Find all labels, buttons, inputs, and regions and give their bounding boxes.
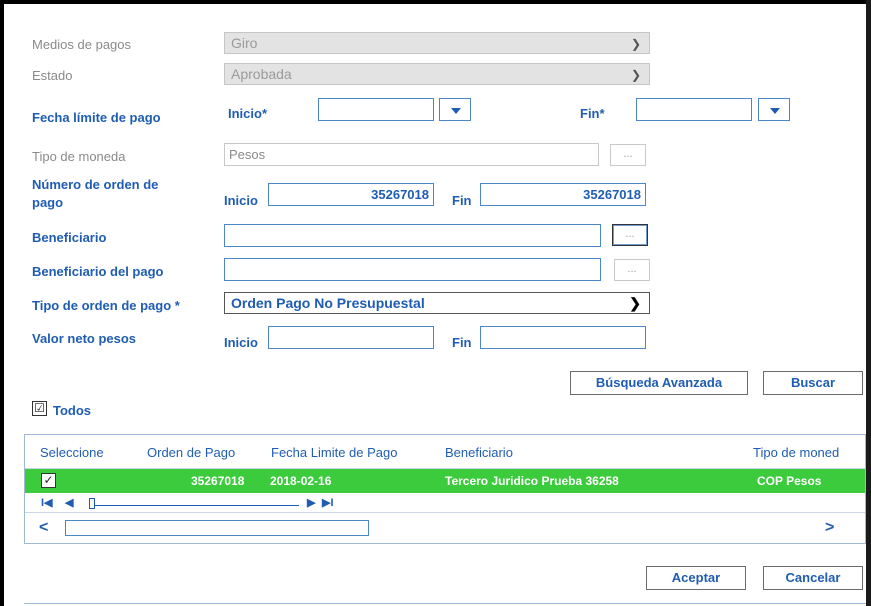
fecha-label: Fecha límite de pago [32,110,161,125]
pager-thumb[interactable] [89,498,95,509]
scroll-left-icon[interactable]: < [39,519,48,537]
valor-fin-label: Fin [452,335,472,350]
estado-value: Aprobada [231,66,292,82]
busqueda-avanzada-button[interactable]: Búsqueda Avanzada [570,371,748,395]
cancelar-button[interactable]: Cancelar [763,566,863,590]
grid-col-fecha[interactable]: Fecha Limite de Pago [271,445,397,460]
beneficiario-pago-label: Beneficiario del pago [32,264,164,279]
window-right-border [866,0,871,606]
row-tipo: COP Pesos [757,474,822,488]
valor-label: Valor neto pesos [32,331,137,346]
row-fecha: 2018-02-16 [270,474,332,488]
last-page-icon[interactable]: ▶I [322,496,334,509]
fecha-fin-input[interactable] [636,98,752,121]
beneficiario-lookup-button[interactable]: ... [612,224,648,246]
aceptar-button[interactable]: Aceptar [646,566,746,590]
medios-select: Giro ❯ [224,32,650,54]
prev-page-icon[interactable]: ◀ [65,496,73,509]
fecha-fin-calendar-button[interactable] [758,98,790,121]
valor-inicio-label: Inicio [224,335,258,350]
window-bottom-line [24,603,866,604]
beneficiario-pago-lookup-button[interactable]: ... [614,259,650,281]
moneda-label: Tipo de moneda [32,149,126,164]
window-top-border [0,0,871,4]
tipo-orden-value: Orden Pago No Presupuestal [231,295,425,311]
numero-inicio-input[interactable]: 35267018 [268,183,434,206]
scroll-right-icon[interactable]: > [825,519,834,537]
numero-label-line2: pago [32,195,64,210]
window-left-border [0,0,4,606]
beneficiario-label: Beneficiario [32,230,107,245]
chevron-down-icon: ❯ [630,68,641,82]
row-orden: 35267018 [191,474,245,488]
next-page-icon[interactable]: ▶ [307,496,315,509]
grid-col-orden[interactable]: Orden de Pago [147,445,235,460]
grid-header: Seleccione Orden de Pago Fecha Limite de… [25,435,865,469]
numero-fin-input[interactable]: 35267018 [480,183,646,206]
grid-col-tipo[interactable]: Tipo de moned [753,445,839,460]
scroll-thumb[interactable] [65,520,369,536]
tipo-orden-select[interactable]: Orden Pago No Presupuestal ❯ [224,292,650,314]
valor-inicio-input[interactable] [268,326,434,349]
grid-col-seleccione[interactable]: Seleccione [40,445,104,460]
horizontal-scrollbar[interactable]: < > [25,517,865,539]
grid-pager: I◀ ◀ ▶ ▶I [25,493,865,513]
beneficiario-pago-input[interactable] [224,258,601,281]
chevron-down-icon: ❯ [630,37,641,51]
tipo-orden-label: Tipo de orden de pago * [32,298,180,313]
beneficiario-input[interactable] [224,224,601,247]
medios-value: Giro [231,35,258,51]
buscar-button[interactable]: Buscar [763,371,863,395]
fecha-fin-label: Fin* [580,106,605,121]
fecha-inicio-input[interactable] [318,98,434,121]
moneda-input: Pesos [224,143,599,166]
chevron-down-icon: ❯ [629,295,641,311]
fecha-inicio-calendar-button[interactable] [439,98,471,121]
moneda-lookup-button: ... [610,144,646,166]
first-page-icon[interactable]: I◀ [41,496,53,509]
numero-label-line1: Número de orden de [32,177,159,192]
table-row[interactable]: ✓ 35267018 2018-02-16 Tercero Juridico P… [25,469,865,493]
results-grid: Seleccione Orden de Pago Fecha Limite de… [24,434,866,544]
row-beneficiario: Tercero Juridico Prueba 36258 [445,474,619,488]
medios-label: Medios de pagos [32,37,132,52]
grid-col-beneficiario[interactable]: Beneficiario [445,445,513,460]
row-checkbox[interactable]: ✓ [41,473,56,488]
fecha-inicio-label: Inicio* [228,106,268,121]
valor-fin-input[interactable] [480,326,646,349]
pager-track [89,505,299,506]
numero-fin-label: Fin [452,193,472,208]
estado-select: Aprobada ❯ [224,63,650,85]
numero-inicio-label: Inicio [224,193,258,208]
todos-label: Todos [53,403,92,418]
estado-label: Estado [32,68,73,83]
todos-checkbox[interactable]: ☑ [32,401,47,416]
